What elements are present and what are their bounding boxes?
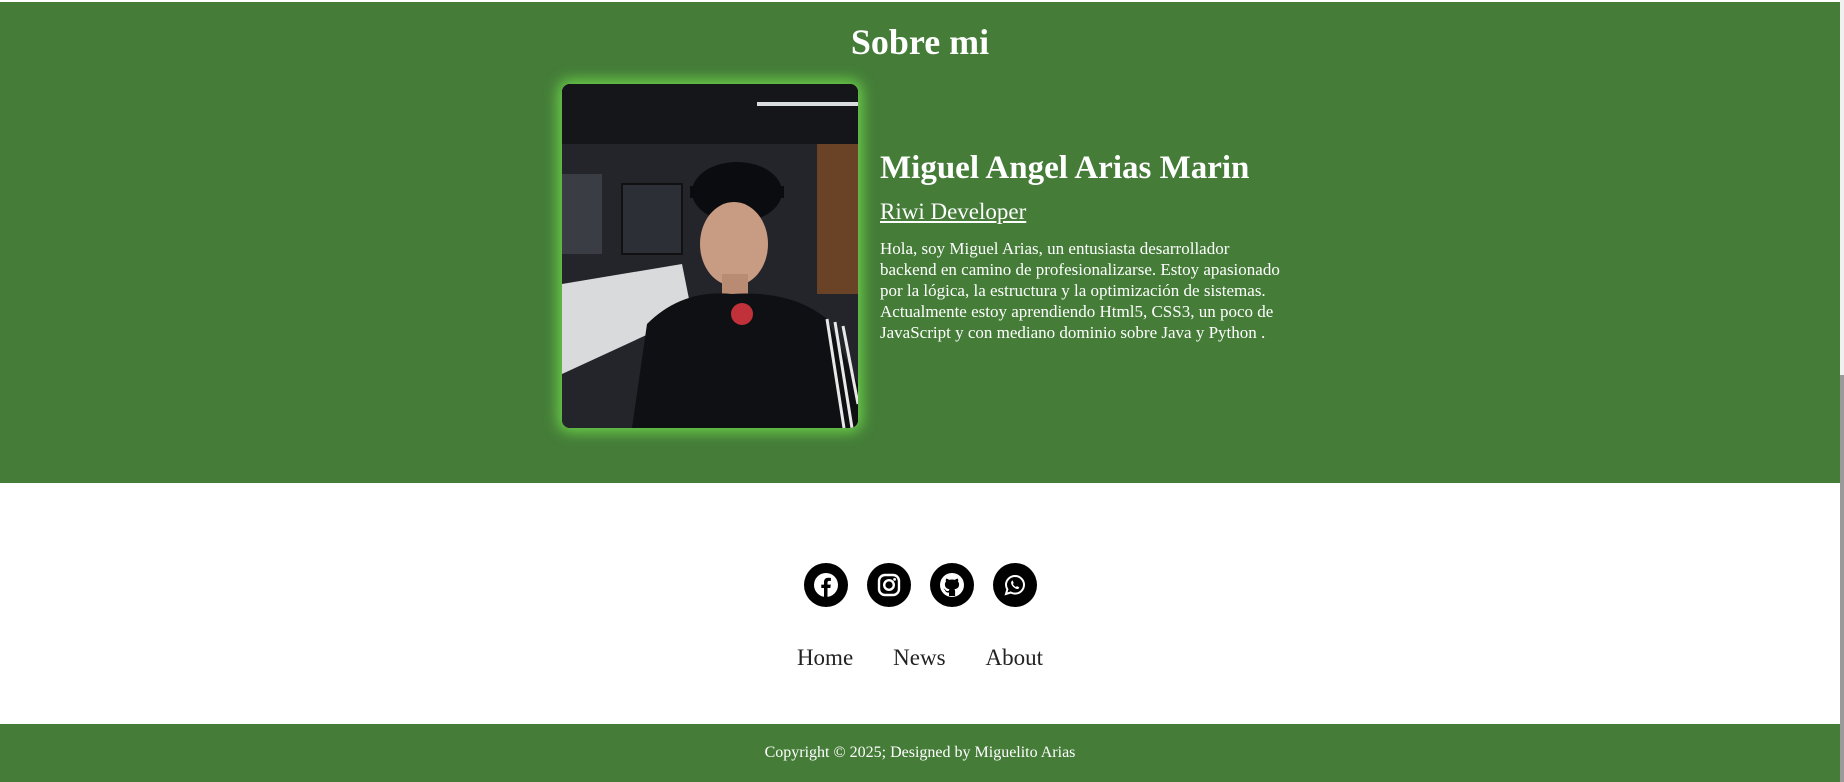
footer-nav: Home News About bbox=[0, 645, 1840, 671]
facebook-link[interactable] bbox=[803, 563, 848, 607]
copyright-text: Copyright © 2025; Designed by Miguelito … bbox=[764, 744, 1076, 761]
profile-info: Miguel Angel Arias Marin Riwi Developer … bbox=[880, 149, 1280, 343]
section-title: Sobre mi bbox=[850, 22, 990, 62]
whatsapp-icon bbox=[1004, 574, 1025, 596]
about-section: Sobre mi Miguel Angel Arias Marin Riwi D… bbox=[0, 2, 1840, 483]
facebook-icon bbox=[813, 573, 838, 597]
nav-about-link[interactable]: About bbox=[986, 645, 1044, 671]
github-link[interactable] bbox=[929, 563, 974, 607]
nav-home-link[interactable]: Home bbox=[797, 645, 853, 671]
profile-name: Miguel Angel Arias Marin bbox=[880, 150, 1250, 186]
instagram-icon bbox=[877, 573, 900, 597]
nav-news-link[interactable]: News bbox=[893, 645, 945, 671]
social-links bbox=[0, 563, 1840, 607]
profile-photo bbox=[562, 84, 858, 428]
github-icon bbox=[939, 573, 964, 597]
profile-bio: Hola, soy Miguel Arias, un entusiasta de… bbox=[880, 238, 1280, 342]
instagram-link[interactable] bbox=[866, 563, 911, 607]
role-link[interactable]: Riwi Developer bbox=[880, 199, 1026, 225]
whatsapp-link[interactable] bbox=[992, 563, 1037, 607]
scrollbar-thumb[interactable] bbox=[1840, 375, 1844, 782]
footer-bar: Copyright © 2025; Designed by Miguelito … bbox=[0, 724, 1840, 782]
